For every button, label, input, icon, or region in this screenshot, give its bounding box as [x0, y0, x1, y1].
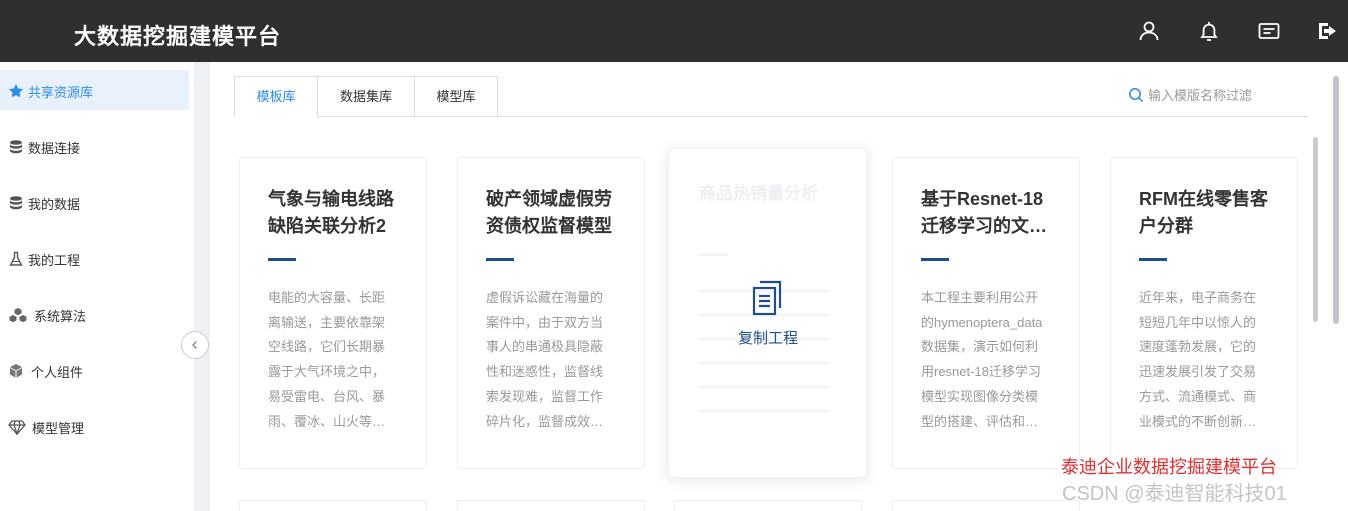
template-card-hovered[interactable]: 商品热销量分析 复制工程 — [668, 148, 867, 478]
sidebar-item-label: 个人组件 — [31, 365, 84, 380]
sidebar-item-my-data[interactable]: 我的数据 — [0, 182, 189, 222]
app-title: 大数据挖掘建模平台 — [74, 24, 282, 49]
scrollbar-thumb[interactable] — [1333, 76, 1339, 324]
template-card[interactable] — [892, 500, 1080, 511]
card-title: 基于Resnet-18 迁移学习的文… — [921, 189, 1047, 236]
sidebar-item-my-projects[interactable]: 我的工程 — [0, 238, 189, 278]
card-description: 近年来，电子商务在 短短几年中以惊人的 速度蓬勃发展，它的 迅速发展引发了交易 方式、流… — [1139, 290, 1257, 429]
template-card[interactable] — [239, 500, 427, 511]
flask-icon — [8, 251, 24, 267]
cubes-icon — [8, 307, 28, 323]
template-search[interactable] — [1128, 84, 1300, 106]
page-scrollbar[interactable] — [1333, 76, 1339, 511]
star-icon — [8, 83, 24, 99]
sidebar-item-label: 我的数据 — [28, 197, 81, 212]
card-title: RFM在线零售客 户分群 — [1139, 189, 1268, 236]
sidebar-item-label: 模型管理 — [32, 421, 85, 436]
template-card[interactable]: RFM在线零售客 户分群 近年来，电子商务在 短短几年中以惊人的 速度蓬勃发展，它的迅… — [1110, 157, 1298, 469]
sidebar-item-label: 数据连接 — [28, 141, 81, 156]
tab-models[interactable]: 模型库 — [414, 76, 498, 117]
sidebar-item-model-management[interactable]: 模型管理 — [0, 406, 189, 446]
card-title: 商品热销量分析 — [699, 184, 818, 203]
template-card[interactable] — [674, 500, 862, 511]
card-description: 虚假诉讼藏在海量的 案件中，由于双方当 事人的串通极具隐蔽 性和迷惑性，监督线 索发现难… — [486, 290, 604, 429]
copy-project-button[interactable]: 复制工程 — [669, 327, 867, 348]
sidebar-item-label: 我的工程 — [28, 253, 81, 268]
sidebar-item-personal-components[interactable]: 个人组件 — [0, 350, 189, 390]
card-title: 破产领域虚假劳 资债权监督模型 — [486, 189, 612, 236]
sidebar-gutter — [194, 62, 210, 511]
sidebar: 共享资源库 数据连接 我的数据 我的工程 系统算法 个人组件 模型管理 — [0, 62, 194, 511]
tab-datasets[interactable]: 数据集库 — [317, 76, 415, 117]
diamond-icon — [8, 419, 26, 435]
chevron-left-icon — [192, 341, 197, 349]
collapse-sidebar-button[interactable] — [181, 331, 209, 359]
tab-templates[interactable]: 模板库 — [234, 76, 318, 117]
top-header: 大数据挖掘建模平台 — [0, 0, 1348, 62]
tab-divider — [497, 116, 1308, 117]
card-description: 电能的大容量、长距 离输送，主要依靠架 空线路，它们长期暴 露于大气环境之中， 易受雷电… — [268, 290, 386, 429]
search-icon — [1129, 88, 1144, 103]
watermark-platform: 泰迪企业数据挖掘建模平台 — [1061, 457, 1277, 477]
database-icon — [8, 139, 24, 155]
content-scrollbar[interactable] — [1313, 137, 1318, 322]
cube-icon — [8, 363, 24, 379]
sidebar-item-data-connection[interactable]: 数据连接 — [0, 126, 189, 166]
card-description: 本工程主要利用公开 的hymenoptera_data 数据集，演示如何利 用resn… — [921, 290, 1043, 429]
app-root: 大数据挖掘建模平台 共享资源库 数据连接 我的数据 我的工程 系统算法 个人组件… — [0, 0, 1348, 511]
database-icon — [8, 195, 24, 211]
sidebar-item-label: 共享资源库 — [28, 85, 94, 100]
message-icon[interactable] — [1257, 19, 1281, 43]
sidebar-item-system-algorithms[interactable]: 系统算法 — [0, 294, 189, 334]
template-card[interactable]: 气象与输电线路 缺陷关联分析2 电能的大容量、长距 离输送，主要依靠架 空线路，它们长… — [239, 157, 427, 469]
card-accent-bar — [1139, 258, 1167, 261]
user-icon[interactable] — [1137, 19, 1161, 43]
card-accent-bar — [486, 258, 514, 261]
card-accent-bar — [699, 253, 727, 256]
sidebar-item-shared-resources[interactable]: 共享资源库 — [0, 70, 189, 110]
card-title: 气象与输电线路 缺陷关联分析2 — [268, 189, 394, 236]
template-card[interactable] — [457, 500, 645, 511]
card-accent-bar — [921, 258, 949, 261]
search-input[interactable] — [1148, 84, 1298, 106]
template-card[interactable]: 基于Resnet-18 迁移学习的文… 本工程主要利用公开 的hymenoptera… — [892, 157, 1080, 469]
card-accent-bar — [268, 258, 296, 261]
copy-project-icon[interactable] — [749, 279, 787, 317]
sidebar-item-label: 系统算法 — [34, 309, 87, 324]
template-card[interactable]: 破产领域虚假劳 资债权监督模型 虚假诉讼藏在海量的 案件中，由于双方当 事人的串通极具… — [457, 157, 645, 469]
bell-icon[interactable] — [1197, 19, 1221, 43]
logout-icon[interactable] — [1316, 19, 1340, 43]
watermark-csdn: CSDN @泰迪智能科技01 — [1062, 483, 1287, 505]
